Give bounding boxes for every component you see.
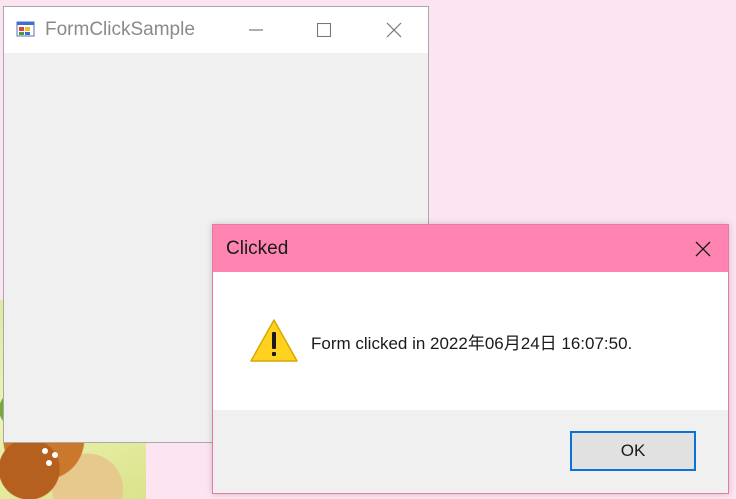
wallpaper-flower (52, 452, 58, 458)
dialog-body: Form clicked in 2022年06月24日 16:07:50. (213, 272, 728, 410)
wallpaper-flower (46, 460, 52, 466)
warning-icon (249, 318, 299, 364)
message-box-dialog[interactable]: Clicked Form clicked in 2022年06月24日 16:0… (212, 224, 729, 494)
dialog-close-button[interactable] (678, 225, 728, 272)
dialog-title: Clicked (226, 238, 289, 259)
close-icon (695, 241, 711, 256)
minimize-icon (249, 29, 263, 31)
dialog-footer: OK (213, 410, 728, 493)
maximize-button[interactable] (294, 7, 354, 53)
maximize-icon (317, 23, 331, 37)
close-icon (386, 22, 402, 38)
form-title: FormClickSample (45, 19, 195, 40)
dialog-message: Form clicked in 2022年06月24日 16:07:50. (311, 334, 633, 353)
winforms-app-icon (16, 20, 36, 40)
dialog-titlebar[interactable]: Clicked (213, 225, 728, 272)
form-titlebar[interactable]: FormClickSample (4, 7, 428, 53)
wallpaper-flower (42, 448, 48, 454)
ok-button[interactable]: OK (570, 431, 696, 471)
minimize-button[interactable] (226, 7, 286, 53)
close-button[interactable] (364, 7, 424, 53)
